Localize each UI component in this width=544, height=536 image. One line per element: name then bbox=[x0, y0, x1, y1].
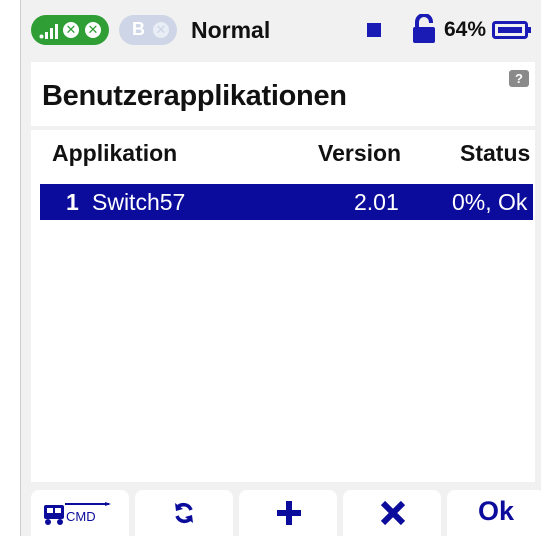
cmd-icon: CMD bbox=[44, 502, 111, 525]
receiver-b-badge[interactable]: B ✕ bbox=[119, 15, 177, 45]
signal-bars-icon bbox=[39, 24, 58, 39]
status-bar: ✕ ✕ B ✕ Normal 64% bbox=[21, 0, 541, 62]
row-index: 1 bbox=[66, 189, 79, 215]
applications-table: Applikation Version Status 1 Switch57 2.… bbox=[31, 130, 535, 482]
column-header-status: Status bbox=[460, 140, 531, 166]
receiver-b-label: B bbox=[132, 19, 145, 39]
battery-percent: 64% bbox=[444, 18, 487, 41]
column-header-application: Applikation bbox=[52, 140, 178, 166]
close-icon: ✕ bbox=[85, 22, 101, 38]
plus-icon bbox=[277, 501, 301, 525]
receiver-a-badge[interactable]: ✕ ✕ bbox=[31, 15, 109, 45]
close-icon bbox=[380, 500, 406, 526]
cmd-label: CMD bbox=[66, 509, 96, 524]
refresh-icon bbox=[175, 503, 193, 523]
lock-open-icon bbox=[413, 14, 435, 43]
refresh-button[interactable] bbox=[135, 490, 233, 536]
row-version: 2.01 bbox=[354, 189, 399, 215]
app-frame: ✕ ✕ B ✕ Normal 64% Benutzerapplikationen… bbox=[20, 0, 544, 536]
column-header-version: Version bbox=[318, 140, 402, 166]
ok-label: Ok bbox=[477, 496, 515, 526]
row-status: 0%, Ok bbox=[452, 189, 528, 215]
stop-square-icon bbox=[367, 23, 381, 37]
title-panel: Benutzerapplikationen ? bbox=[31, 62, 535, 126]
ok-button[interactable]: Ok bbox=[447, 490, 544, 536]
help-icon[interactable]: ? bbox=[509, 70, 529, 87]
delete-button[interactable] bbox=[343, 490, 441, 536]
add-button[interactable] bbox=[239, 490, 337, 536]
battery-icon bbox=[492, 21, 531, 39]
page-title: Benutzerapplikationen bbox=[42, 80, 347, 112]
close-icon: ✕ bbox=[153, 22, 169, 38]
flight-mode-label: Normal bbox=[191, 17, 271, 43]
close-icon: ✕ bbox=[63, 22, 79, 38]
table-row[interactable]: 1 Switch57 2.01 0%, Ok bbox=[40, 184, 533, 220]
cmd-button[interactable]: CMD bbox=[31, 490, 129, 536]
row-application-name: Switch57 bbox=[92, 189, 186, 215]
